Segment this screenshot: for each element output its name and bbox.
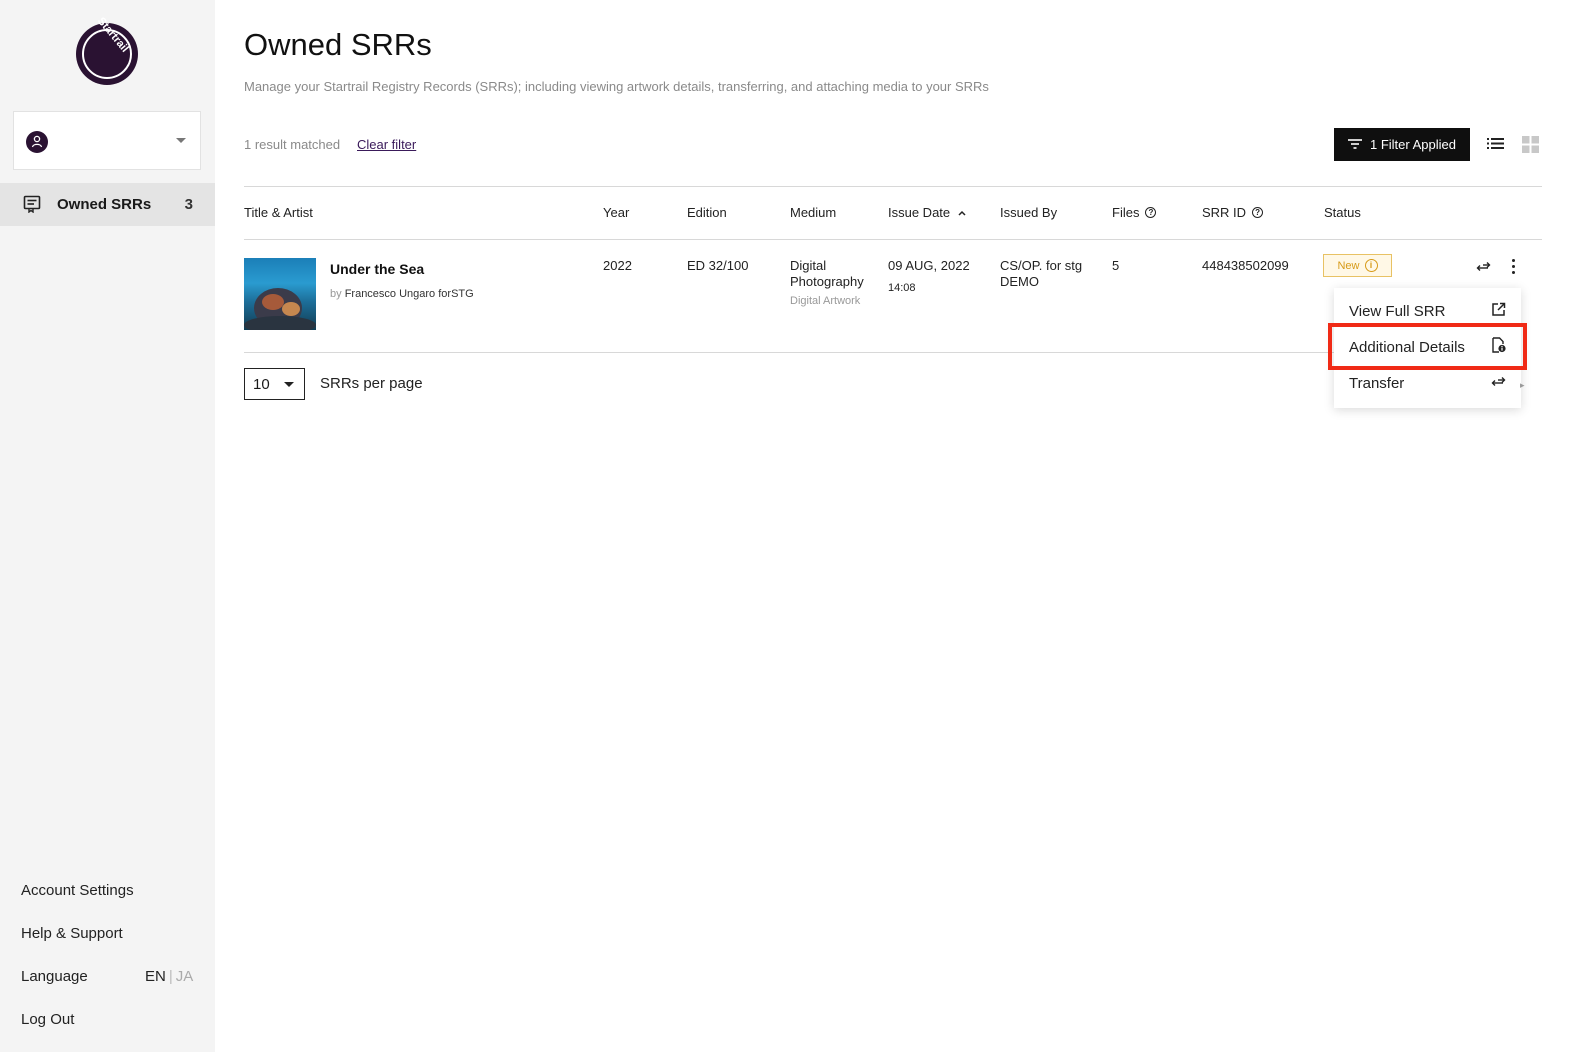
column-header-label: SRR ID xyxy=(1202,205,1247,220)
menu-item-additional-details[interactable]: Additional Details xyxy=(1334,329,1521,365)
artwork-artist: by Francesco Ungaro forSTG xyxy=(330,288,474,300)
artwork-title[interactable]: Under the Sea xyxy=(330,261,424,277)
cell-edition: ED 32/100 xyxy=(687,258,749,273)
certificate-list-icon xyxy=(23,195,41,218)
column-header-label: Edition xyxy=(687,205,727,220)
help-icon[interactable]: ? xyxy=(1145,207,1157,218)
result-count: 1 result matched xyxy=(244,137,341,152)
external-link-icon xyxy=(1491,302,1506,321)
more-options-icon[interactable] xyxy=(1508,258,1518,276)
cell-issued-by: CS/OP. for stg DEMO xyxy=(1000,258,1082,290)
sort-ascending-icon xyxy=(956,205,968,220)
language-switcher: EN | JA xyxy=(145,968,193,985)
startrail-logo[interactable]: Startrail xyxy=(76,15,138,85)
thumbnail-seabed xyxy=(244,316,316,330)
chevron-down-icon xyxy=(176,138,186,143)
thumbnail-coral xyxy=(262,294,284,310)
chevron-right-icon: ▸ xyxy=(1520,380,1525,390)
page-title: Owned SRRs xyxy=(244,27,432,62)
status-label: New xyxy=(1337,259,1360,272)
cell-issue-date: 09 AUG, 2022 14:08 xyxy=(888,258,970,296)
per-page-select[interactable]: 10 xyxy=(244,368,305,400)
per-page-value: 10 xyxy=(253,376,270,393)
cell-medium: Digital Photography Digital Artwork xyxy=(790,258,864,309)
column-header-label: Year xyxy=(603,205,630,220)
page-subtitle: Manage your Startrail Registry Records (… xyxy=(244,79,989,94)
column-header-srr-id: SRR ID ? xyxy=(1202,205,1264,220)
clear-filter-link[interactable]: Clear filter xyxy=(357,137,416,152)
transfer-arrows-icon xyxy=(1490,375,1506,392)
menu-item-label: Transfer xyxy=(1349,374,1405,392)
column-header-label: Medium xyxy=(790,205,837,220)
sidebar-item-label: Owned SRRs xyxy=(57,196,152,213)
document-info-icon xyxy=(1491,337,1506,357)
issued-by-line: CS/OP. for stg xyxy=(1000,258,1083,273)
table-header-divider xyxy=(244,239,1542,240)
sidebar-item-owned-srrs[interactable]: Owned SRRs 3 xyxy=(0,183,215,226)
per-page-label: SRRs per page xyxy=(320,375,423,392)
issued-by-line: DEMO xyxy=(1000,274,1039,289)
table-bottom-divider xyxy=(244,352,1334,353)
status-badge: New i xyxy=(1323,254,1392,277)
list-view-icon[interactable] xyxy=(1487,137,1504,155)
account-settings-link[interactable]: Account Settings xyxy=(21,882,134,899)
column-header-title-artist: Title & Artist xyxy=(244,205,313,220)
medium-type: Digital Artwork xyxy=(790,295,861,307)
column-header-label: Files xyxy=(1112,205,1140,220)
language-separator: | xyxy=(168,968,173,985)
language-option-en[interactable]: EN xyxy=(145,968,166,985)
issue-date: 09 AUG, 2022 xyxy=(888,258,970,273)
grid-view-icon[interactable] xyxy=(1522,136,1539,158)
column-header-label: Status xyxy=(1324,205,1361,220)
column-header-label: Issue Date xyxy=(888,205,951,220)
column-header-issue-date[interactable]: Issue Date xyxy=(888,205,968,220)
thumbnail-coral xyxy=(282,302,300,316)
artist-prefix: by xyxy=(330,288,342,300)
column-header-status: Status xyxy=(1324,205,1361,220)
cell-files: 5 xyxy=(1112,258,1120,273)
menu-item-view-full-srr[interactable]: View Full SRR xyxy=(1334,293,1521,329)
help-icon[interactable]: ? xyxy=(1252,207,1264,218)
help-support-link[interactable]: Help & Support xyxy=(21,925,123,942)
issue-time: 14:08 xyxy=(888,282,916,294)
medium-line: Photography xyxy=(790,274,864,289)
table-top-divider xyxy=(244,186,1542,187)
column-header-label: Title & Artist xyxy=(244,205,313,220)
info-icon[interactable]: i xyxy=(1364,259,1378,272)
row-context-menu: View Full SRR Additional Details Transfe… xyxy=(1334,288,1521,408)
sidebar-item-count: 3 xyxy=(184,196,193,213)
menu-item-transfer[interactable]: Transfer xyxy=(1334,365,1521,401)
artist-name: Francesco Ungaro forSTG xyxy=(344,288,474,300)
log-out-link[interactable]: Log Out xyxy=(21,1011,74,1028)
column-header-edition: Edition xyxy=(687,205,727,220)
account-selector[interactable] xyxy=(13,111,201,170)
medium-line: Digital xyxy=(790,258,827,273)
artwork-thumbnail[interactable] xyxy=(244,258,316,330)
sidebar: Startrail Owned SRRs 3 Account Settings … xyxy=(0,0,215,1052)
column-header-year: Year xyxy=(603,205,629,220)
filter-icon xyxy=(1348,137,1362,152)
column-header-issued-by: Issued By xyxy=(1000,205,1057,220)
column-header-medium: Medium xyxy=(790,205,836,220)
menu-item-label: View Full SRR xyxy=(1349,302,1446,320)
chevron-down-icon xyxy=(284,382,294,387)
filter-button-label: 1 Filter Applied xyxy=(1370,137,1456,152)
avatar-icon xyxy=(26,131,48,153)
column-header-files: Files ? xyxy=(1112,205,1157,220)
menu-item-label: Additional Details xyxy=(1349,338,1465,356)
cell-srr-id: 448438502099 xyxy=(1202,258,1289,273)
language-option-ja[interactable]: JA xyxy=(176,968,194,985)
filter-button[interactable]: 1 Filter Applied xyxy=(1334,128,1470,161)
language-label: Language xyxy=(21,968,88,985)
column-header-label: Issued By xyxy=(1000,205,1058,220)
transfer-arrows-icon[interactable] xyxy=(1475,260,1491,278)
cell-year: 2022 xyxy=(603,258,632,273)
